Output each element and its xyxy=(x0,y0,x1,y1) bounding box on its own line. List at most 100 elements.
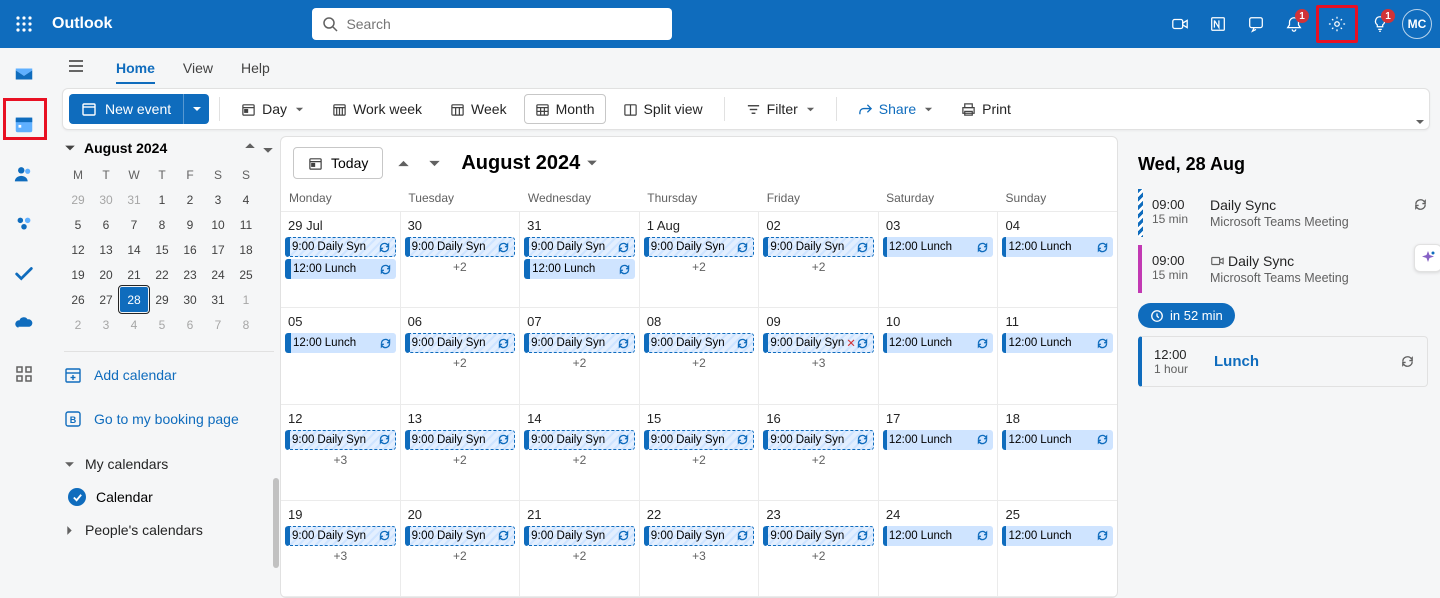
calendar-event[interactable]: 9:00Daily Syn xyxy=(405,237,516,257)
day-cell[interactable]: 0312:00Lunch xyxy=(879,212,999,307)
calendar-event[interactable]: 12:00Lunch xyxy=(883,333,994,353)
mini-day[interactable]: 12 xyxy=(64,237,92,262)
more-events[interactable]: +3 xyxy=(285,548,396,564)
mini-day[interactable]: 31 xyxy=(120,187,148,212)
onedrive-icon[interactable] xyxy=(8,308,40,340)
more-events[interactable]: +2 xyxy=(644,452,755,468)
calendar-event[interactable]: 9:00Daily Syn xyxy=(644,237,755,257)
mini-next-icon[interactable] xyxy=(262,142,274,154)
day-cell[interactable]: 219:00Daily Syn+2 xyxy=(520,501,640,596)
more-events[interactable]: +2 xyxy=(405,355,516,371)
calendar-event[interactable]: 9:00Daily Syn xyxy=(524,237,635,257)
day-cell[interactable]: 2412:00Lunch xyxy=(879,501,999,596)
calendar-event[interactable]: 9:00Daily Syn xyxy=(763,430,874,450)
day-cell[interactable]: 089:00Daily Syn+2 xyxy=(640,308,760,403)
mini-collapse-icon[interactable] xyxy=(64,142,76,154)
peoples-calendars-section[interactable]: People's calendars xyxy=(64,512,274,548)
day-cell[interactable]: 159:00Daily Syn+2 xyxy=(640,405,760,500)
mini-day[interactable]: 20 xyxy=(92,262,120,287)
more-events[interactable]: +2 xyxy=(644,259,755,275)
mini-day[interactable]: 29 xyxy=(148,287,176,312)
mini-day[interactable]: 31 xyxy=(204,287,232,312)
mini-day[interactable]: 6 xyxy=(176,312,204,337)
mini-day[interactable]: 13 xyxy=(92,237,120,262)
mini-day[interactable]: 17 xyxy=(204,237,232,262)
calendar-event[interactable]: 12:00Lunch xyxy=(1002,237,1113,257)
mini-day[interactable]: 26 xyxy=(64,287,92,312)
todo-icon[interactable] xyxy=(8,258,40,290)
mini-day[interactable]: 3 xyxy=(204,187,232,212)
mini-day[interactable]: 25 xyxy=(232,262,260,287)
agenda-next-event[interactable]: 12:00 1 hour Lunch xyxy=(1138,336,1428,387)
calendar-event[interactable]: 12:00Lunch xyxy=(1002,333,1113,353)
people-icon[interactable] xyxy=(8,158,40,190)
day-cell[interactable]: 1812:00Lunch xyxy=(998,405,1117,500)
calendar-event[interactable]: 9:00Daily Syn✕ xyxy=(763,333,874,353)
app-launcher-icon[interactable] xyxy=(8,8,40,40)
mini-day[interactable]: 1 xyxy=(232,287,260,312)
more-events[interactable]: +3 xyxy=(763,355,874,371)
mini-day[interactable]: 4 xyxy=(232,187,260,212)
day-cell[interactable]: 239:00Daily Syn+2 xyxy=(759,501,879,596)
day-cell[interactable]: 199:00Daily Syn+3 xyxy=(281,501,401,596)
calendar-event[interactable]: 9:00Daily Syn xyxy=(644,526,755,546)
more-events[interactable]: +2 xyxy=(763,548,874,564)
mail-icon[interactable] xyxy=(8,58,40,90)
more-events[interactable]: +2 xyxy=(644,355,755,371)
day-cell[interactable]: 1712:00Lunch xyxy=(879,405,999,500)
mini-day[interactable]: 5 xyxy=(148,312,176,337)
calendar-item[interactable]: Calendar xyxy=(64,482,274,512)
day-cell[interactable]: 099:00Daily Syn✕+3 xyxy=(759,308,879,403)
tab-view[interactable]: View xyxy=(183,60,213,84)
day-cell[interactable]: 029:00Daily Syn+2 xyxy=(759,212,879,307)
week-view-button[interactable]: Week xyxy=(439,94,518,124)
add-calendar-link[interactable]: Add calendar xyxy=(64,351,274,392)
mini-day[interactable]: 29 xyxy=(64,187,92,212)
mini-day[interactable]: 7 xyxy=(120,212,148,237)
mini-day[interactable]: 8 xyxy=(148,212,176,237)
join-pill[interactable]: in 52 min xyxy=(1138,303,1235,328)
mini-day[interactable]: 23 xyxy=(176,262,204,287)
calendar-event[interactable]: 12:00Lunch xyxy=(883,526,994,546)
day-cell[interactable]: 2512:00Lunch xyxy=(998,501,1117,596)
day-cell[interactable]: 0412:00Lunch xyxy=(998,212,1117,307)
mini-day[interactable]: 9 xyxy=(176,212,204,237)
print-button[interactable]: Print xyxy=(950,94,1022,124)
booking-page-link[interactable]: B Go to my booking page xyxy=(64,402,274,436)
mini-day[interactable]: 2 xyxy=(64,312,92,337)
calendar-event[interactable]: 9:00Daily Syn xyxy=(644,430,755,450)
next-month-icon[interactable] xyxy=(428,157,441,170)
today-button[interactable]: Today xyxy=(293,147,383,179)
calendar-event[interactable]: 9:00Daily Syn xyxy=(405,333,516,353)
calendar-event[interactable]: 9:00Daily Syn xyxy=(405,526,516,546)
surface-title[interactable]: August 2024 xyxy=(461,152,598,175)
day-cell[interactable]: 309:00Daily Syn+2 xyxy=(401,212,521,307)
mini-day[interactable]: 7 xyxy=(204,312,232,337)
day-cell[interactable]: 139:00Daily Syn+2 xyxy=(401,405,521,500)
day-cell[interactable]: 1112:00Lunch xyxy=(998,308,1117,403)
calendar-event[interactable]: 12:00Lunch xyxy=(1002,526,1113,546)
agenda-event[interactable]: 09:0015 minDaily SyncMicrosoft Teams Mee… xyxy=(1138,245,1428,293)
calendar-event[interactable]: 12:00Lunch xyxy=(524,259,635,279)
calendar-event[interactable]: 9:00Daily Syn xyxy=(524,333,635,353)
calendar-event[interactable]: 9:00Daily Syn xyxy=(763,237,874,257)
calendar-event[interactable]: 12:00Lunch xyxy=(883,237,994,257)
day-cell[interactable]: 079:00Daily Syn+2 xyxy=(520,308,640,403)
mini-day[interactable]: 14 xyxy=(120,237,148,262)
day-cell[interactable]: 319:00Daily Syn12:00Lunch xyxy=(520,212,640,307)
mini-day[interactable]: 27 xyxy=(92,287,120,312)
mini-day[interactable]: 16 xyxy=(176,237,204,262)
more-apps-icon[interactable] xyxy=(8,358,40,390)
nav-toggle-icon[interactable] xyxy=(64,54,88,78)
tab-home[interactable]: Home xyxy=(116,60,155,84)
calendar-event[interactable]: 9:00Daily Syn xyxy=(763,526,874,546)
nav-scrollbar[interactable] xyxy=(273,478,279,568)
calendar-event[interactable]: 9:00Daily Syn xyxy=(285,526,396,546)
day-cell[interactable]: 129:00Daily Syn+3 xyxy=(281,405,401,500)
calendar-event[interactable]: 9:00Daily Syn xyxy=(405,430,516,450)
day-cell[interactable]: 069:00Daily Syn+2 xyxy=(401,308,521,403)
mini-day[interactable]: 8 xyxy=(232,312,260,337)
more-events[interactable]: +2 xyxy=(763,452,874,468)
month-view-button[interactable]: Month xyxy=(524,94,606,124)
my-calendars-section[interactable]: My calendars xyxy=(64,446,274,482)
